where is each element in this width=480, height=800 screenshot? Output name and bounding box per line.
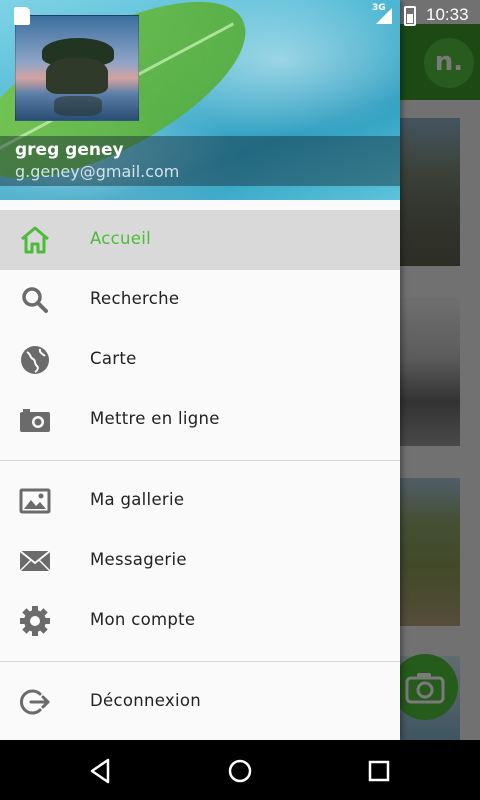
menu-divider <box>0 460 400 461</box>
menu-item-carte[interactable]: Carte <box>0 330 400 390</box>
menu-item-mon-compte[interactable]: Mon compte <box>0 591 400 651</box>
menu-item-label: Mon compte <box>90 610 196 629</box>
image-icon <box>19 488 51 514</box>
recents-icon[interactable] <box>364 756 394 786</box>
menu-item-label: Mettre en ligne <box>90 409 220 428</box>
menu-item-accueil[interactable]: Accueil <box>0 210 400 270</box>
mail-icon <box>19 550 51 572</box>
user-name: greg geney <box>15 140 124 160</box>
navigation-drawer: greg geney g.geney@gmail.com Accueil Rec… <box>0 0 400 740</box>
menu-item-mettre-en-ligne[interactable]: Mettre en ligne <box>0 390 400 450</box>
menu-item-label: Ma gallerie <box>90 490 185 509</box>
search-icon <box>22 287 48 313</box>
back-icon[interactable] <box>86 756 116 786</box>
system-nav-bar <box>0 740 480 800</box>
menu-item-label: Carte <box>90 349 137 368</box>
menu-item-label: Accueil <box>90 229 152 248</box>
screen: n. greg geney g.geney@gmail.com <box>0 0 480 800</box>
menu-item-messagerie[interactable]: Messagerie <box>0 531 400 591</box>
gear-icon <box>20 606 50 636</box>
menu-item-recherche[interactable]: Recherche <box>0 270 400 330</box>
menu-item-label: Messagerie <box>90 550 187 569</box>
signal-icon <box>376 8 392 24</box>
menu-item-label: Recherche <box>90 289 180 308</box>
sd-card-icon <box>14 7 30 25</box>
globe-icon <box>21 346 49 374</box>
battery-icon <box>404 6 416 26</box>
menu-item-label: Déconnexion <box>90 691 202 710</box>
drawer-menu: Accueil Recherche Carte Mettre en ligne … <box>0 210 400 732</box>
logout-icon <box>20 689 50 715</box>
home-icon <box>21 226 49 254</box>
home-button-icon[interactable] <box>225 756 255 786</box>
menu-divider <box>0 661 400 662</box>
camera-icon <box>20 409 50 432</box>
menu-item-ma-gallerie[interactable]: Ma gallerie <box>0 471 400 531</box>
status-time: 10:33 <box>426 5 469 24</box>
status-bar: 3G 10:33 <box>0 0 480 32</box>
user-email: g.geney@gmail.com <box>15 162 180 181</box>
menu-item-deconnexion[interactable]: Déconnexion <box>0 672 400 732</box>
